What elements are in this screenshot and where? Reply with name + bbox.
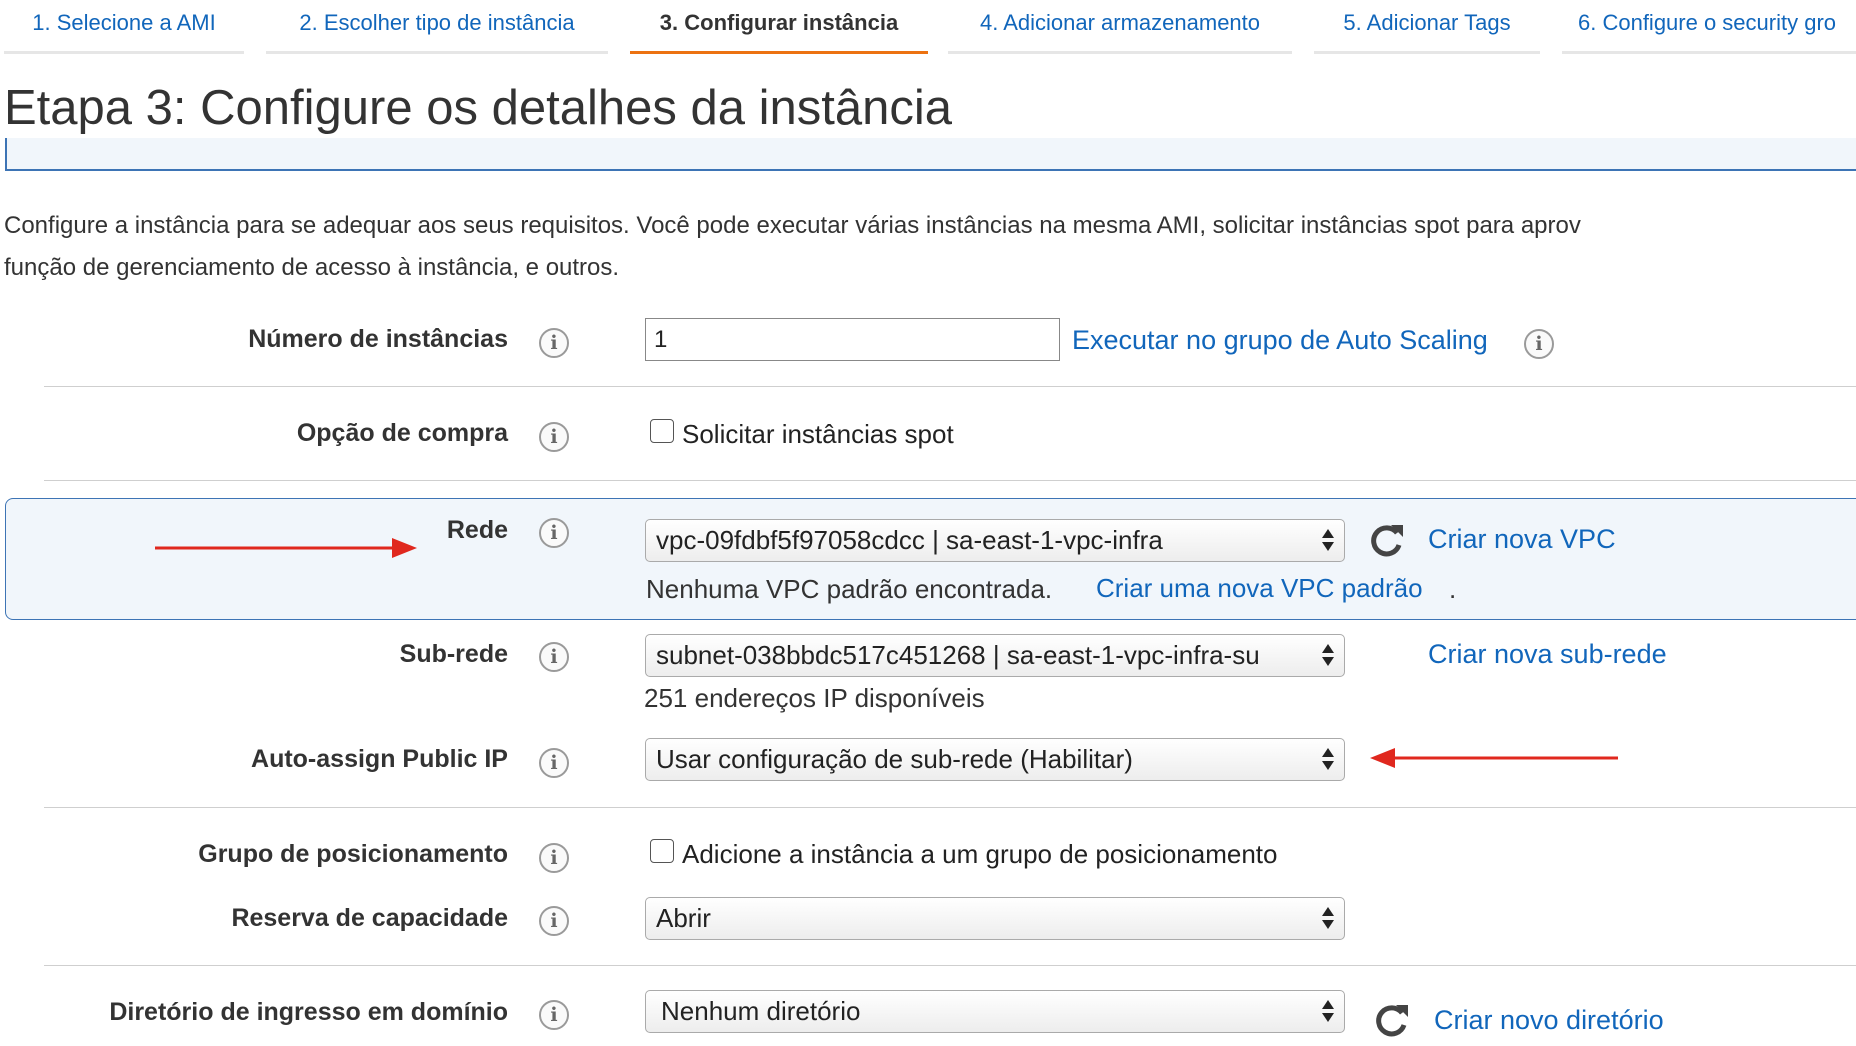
capacity-reservation-label: Reserva de capacidade [231,904,508,932]
create-subnet-link[interactable]: Criar nova sub-rede [1428,639,1667,670]
network-select[interactable]: vpc-09fdbf5f97058cdcc | sa-east-1-vpc-in… [645,519,1345,562]
info-circle-icon[interactable]: i [539,906,569,936]
num-instances-input[interactable] [645,318,1060,361]
spot-instances-checkbox-label: Solicitar instâncias spot [682,419,954,449]
network-select-value: vpc-09fdbf5f97058cdcc | sa-east-1-vpc-in… [656,525,1163,555]
updown-arrows-icon [1322,1000,1334,1022]
tab-security-group[interactable]: 6. Configure o security gro [1562,0,1856,54]
tab-label: 4. Adicionar armazenamento [979,10,1261,35]
subnet-label: Sub-rede [399,640,508,668]
note-period: . [1449,574,1457,604]
refresh-icon[interactable] [1372,1001,1410,1039]
info-circle-icon[interactable]: i [539,422,569,452]
domain-directory-label: Diretório de ingresso em domínio [109,998,508,1026]
page-title: Etapa 3: Configure os detalhes da instân… [4,81,952,135]
refresh-icon[interactable] [1367,521,1405,559]
tab-add-tags[interactable]: 5. Adicionar Tags [1314,0,1540,54]
subnet-select[interactable]: subnet-038bbdc517c451268 | sa-east-1-vpc… [645,634,1345,677]
tab-label: 3. Configurar instância [659,10,899,35]
create-default-vpc-link[interactable]: Criar uma nova VPC padrão [1096,573,1423,604]
num-instances-label: Número de instâncias [248,325,508,353]
network-label: Rede [446,516,508,544]
subnet-available-ips: 251 endereços IP disponíveis [644,683,985,713]
capacity-reservation-select-value: Abrir [656,903,711,933]
info-circle-icon[interactable]: i [539,1000,569,1030]
divider [44,386,1856,387]
auto-scaling-link[interactable]: Executar no grupo de Auto Scaling [1072,325,1488,356]
public-ip-select[interactable]: Usar configuração de sub-rede (Habilitar… [645,738,1345,781]
purchase-option-label: Opção de compra [296,419,508,447]
info-circle-icon[interactable]: i [539,748,569,778]
tab-configure-instance[interactable]: 3. Configurar instância [630,0,928,54]
red-arrow-icon [155,538,417,558]
info-circle-icon[interactable]: i [1524,329,1554,359]
create-directory-link[interactable]: Criar novo diretório [1434,1005,1664,1036]
placement-group-checkbox[interactable] [650,839,674,863]
updown-arrows-icon [1322,529,1334,551]
create-vpc-link[interactable]: Criar nova VPC [1428,524,1616,555]
divider [44,480,1856,481]
tab-label: 1. Selecione a AMI [32,10,216,35]
description-line-1: Configure a instância para se adequar ao… [4,212,1581,239]
domain-directory-select[interactable]: Nenhum diretório [645,990,1345,1033]
info-circle-icon[interactable]: i [539,328,569,358]
tab-instance-type[interactable]: 2. Escolher tipo de instância [266,0,608,54]
placement-group-label: Grupo de posicionamento [198,840,508,868]
tab-label: 5. Adicionar Tags [1343,10,1511,35]
spot-instances-checkbox[interactable] [650,419,674,443]
divider [44,807,1856,808]
subnet-select-value: subnet-038bbdc517c451268 | sa-east-1-vpc… [656,640,1260,670]
tab-select-ami[interactable]: 1. Selecione a AMI [4,0,244,54]
description-line-2: função de gerenciamento de acesso à inst… [4,254,620,281]
tab-label: 2. Escolher tipo de instância [299,10,575,35]
capacity-reservation-select[interactable]: Abrir [645,897,1345,940]
public-ip-label: Auto-assign Public IP [251,745,508,773]
updown-arrows-icon [1322,644,1334,666]
updown-arrows-icon [1322,748,1334,770]
red-arrow-icon [1370,748,1618,768]
public-ip-select-value: Usar configuração de sub-rede (Habilitar… [656,744,1133,774]
divider [44,965,1856,966]
no-default-vpc-note: Nenhuma VPC padrão encontrada. [646,574,1053,604]
info-circle-icon[interactable]: i [539,518,569,548]
tab-label: 6. Configure o security gro [1578,10,1837,35]
info-circle-icon[interactable]: i [539,642,569,672]
placement-group-checkbox-label: Adicione a instância a um grupo de posic… [682,839,1278,869]
info-circle-icon[interactable]: i [539,843,569,873]
domain-directory-select-value: Nenhum diretório [661,996,861,1026]
tab-add-storage[interactable]: 4. Adicionar armazenamento [948,0,1292,54]
info-banner [5,138,1856,171]
updown-arrows-icon [1322,907,1334,929]
